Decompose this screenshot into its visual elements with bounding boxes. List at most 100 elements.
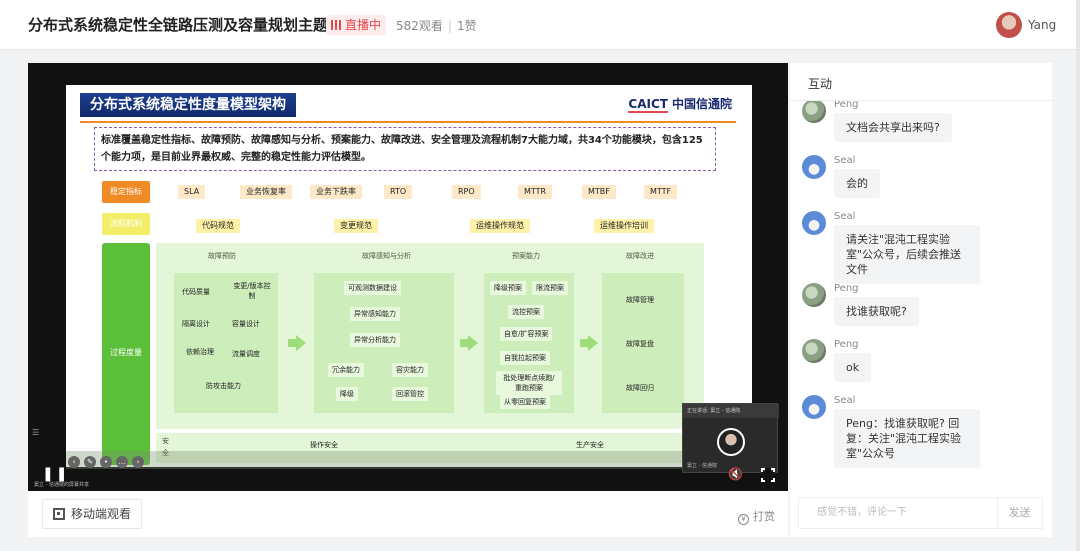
panel-prevention: 代码质量 变更/版本控制 隔离设计 容量设计 依赖治理 流量调度 防攻击能力 xyxy=(174,273,278,413)
user-avatar[interactable] xyxy=(996,12,1022,38)
metric-chip: RTO xyxy=(384,185,413,199)
metric-chip: 业务下跌率 xyxy=(310,185,362,199)
plan-item: 批处理断点续跑/重跑预案 xyxy=(496,371,562,395)
live-label: 直播中 xyxy=(345,18,382,32)
improve-item: 故障回归 xyxy=(626,384,654,392)
slide-divider xyxy=(80,121,736,123)
message-bubble: 请关注"混沌工程实验室"公众号，后续会推送文件 xyxy=(834,225,980,284)
panel-title-improve: 故障改进 xyxy=(626,252,654,260)
safety-item: 操作安全 xyxy=(310,441,338,449)
perception-item: 降级 xyxy=(336,387,358,401)
prevention-item: 依赖治理 xyxy=(186,348,214,356)
process-chip: 代码规范 xyxy=(196,219,240,233)
next-slide-icon[interactable]: › xyxy=(132,456,144,468)
speaker-avatar xyxy=(717,428,745,456)
page-title: 分布式系统稳定性全链路压测及容量规划主题沙龙 xyxy=(28,16,359,34)
prevention-item: 隔离设计 xyxy=(182,320,210,328)
more-icon[interactable]: … xyxy=(116,456,128,468)
message-bubble: ok xyxy=(834,353,872,382)
perception-item: 容灾能力 xyxy=(392,363,428,377)
process-chip: 变更规范 xyxy=(334,219,378,233)
improve-item: 故障复盘 xyxy=(626,340,654,348)
message-author: Seal xyxy=(834,211,856,222)
panel-improve: 故障管理 故障复盘 故障回归 xyxy=(602,273,684,413)
flow-arrow-icon xyxy=(580,335,598,351)
speaker-pip[interactable]: 正在讲话: 窦立 - 信通院 窦立 - 信通院 xyxy=(682,403,779,473)
pip-speaker-name: 窦立 - 信通院 xyxy=(687,463,717,469)
mobile-watch-label: 移动端观看 xyxy=(71,507,132,521)
like-count: 1赞 xyxy=(456,19,477,33)
improve-item: 故障管理 xyxy=(626,296,654,304)
process-chip: 运维操作规范 xyxy=(470,219,530,233)
message-bubble: Peng：找谁获取呢? 回复：关注"混沌工程实验室"公众号 xyxy=(834,409,980,468)
pause-icon[interactable]: ❚❚ xyxy=(42,466,69,482)
caict-logo: CAICT 中国信通院 xyxy=(628,95,732,113)
process-measure-label: 过程度量 xyxy=(110,348,142,357)
message-bubble: 会的 xyxy=(834,169,880,198)
slide-toolbar xyxy=(66,451,752,469)
panel-title-perception: 故障感知与分析 xyxy=(362,252,411,260)
plan-item: 流控预案 xyxy=(508,305,544,319)
send-button[interactable]: 发送 xyxy=(997,497,1043,529)
metric-chip: SLA xyxy=(178,185,206,199)
user-name[interactable]: Yang xyxy=(1028,18,1056,32)
prevention-item: 变更/版本控制 xyxy=(233,282,271,300)
plan-item: 从零回复预案 xyxy=(500,395,550,409)
live-status-badge: 直播中 xyxy=(326,15,387,35)
mute-icon[interactable]: 🔇 xyxy=(728,467,743,481)
panel-plan: 降级预案 限流预案 流控预案 自愈/扩容预案 自我拉起预案 批处理断点续跑/重跑… xyxy=(484,273,574,413)
safety-item: 生产安全 xyxy=(576,441,604,449)
chat-header: 互动 xyxy=(790,63,1052,101)
reward-icon: ¥ xyxy=(738,514,749,525)
plan-item: 限流预案 xyxy=(532,281,568,295)
panel-title-prevention: 故障预防 xyxy=(208,252,236,260)
menu-icon[interactable]: ☰ xyxy=(32,428,39,437)
panel-title-plan: 预案能力 xyxy=(512,252,540,260)
avatar xyxy=(802,101,826,123)
message-bubble: 找谁获取呢? xyxy=(834,297,919,326)
page-scrollbar[interactable] xyxy=(1076,0,1080,551)
mobile-watch-button[interactable]: 移动端观看 xyxy=(42,499,143,529)
perception-item: 异常分析能力 xyxy=(350,333,400,347)
prevention-item: 代码质量 xyxy=(182,288,210,296)
slide-title: 分布式系统稳定性度量模型架构 xyxy=(80,93,296,117)
fullscreen-icon[interactable] xyxy=(761,468,775,482)
live-bars-icon xyxy=(331,20,341,30)
share-caption: 窦立 - 信通院的屏幕共享 xyxy=(34,482,89,488)
avatar xyxy=(802,283,826,307)
chat-messages[interactable]: Peng 文档会共享出来吗? Seal 会的 Seal 请关注"混沌工程实验室"… xyxy=(790,101,1052,491)
logo-cn-text: 中国信通院 xyxy=(671,97,732,111)
prev-slide-icon[interactable]: ‹ xyxy=(68,456,80,468)
reward-button[interactable]: ¥ 打赏 xyxy=(738,508,775,525)
perception-item: 异常感知能力 xyxy=(350,307,400,321)
message-author: Peng xyxy=(834,339,859,350)
top-header: 分布式系统稳定性全链路压测及容量规划主题沙龙 直播中 582观看 | 1赞 Yang xyxy=(0,0,1080,50)
avatar xyxy=(802,395,826,419)
message-author: Peng xyxy=(834,101,859,110)
message-bubble: 文档会共享出来吗? xyxy=(834,113,952,142)
view-stats: 582观看 | 1赞 xyxy=(396,17,477,34)
shared-slide: 分布式系统稳定性度量模型架构 CAICT 中国信通院 标准覆盖稳定性指标、故障预防… xyxy=(66,85,752,467)
video-footer: 移动端观看 ¥ 打赏 xyxy=(28,491,788,537)
view-count: 582观看 xyxy=(396,19,443,33)
panel-perception: 可观测数据建设 异常感知能力 异常分析能力 冗余能力 容灾能力 降级 回滚管控 xyxy=(314,273,454,413)
metric-chip: 业务恢复率 xyxy=(240,185,292,199)
stats-divider: | xyxy=(447,19,452,33)
process-measure-block: 过程度量 xyxy=(102,243,150,465)
qr-code-icon xyxy=(53,508,65,520)
pen-icon[interactable]: ✎ xyxy=(84,456,96,468)
metric-chip: MTBF xyxy=(582,185,616,199)
perception-item: 可观测数据建设 xyxy=(344,281,401,295)
process-row-label: 流程机制 xyxy=(102,213,150,235)
laser-icon[interactable]: • xyxy=(100,456,112,468)
comment-input[interactable]: 感觉不错，评论一下 xyxy=(798,497,998,529)
live-video-player[interactable]: 分布式系统稳定性度量模型架构 CAICT 中国信通院 标准覆盖稳定性指标、故障预防… xyxy=(28,63,788,491)
prevention-item: 防攻击能力 xyxy=(206,382,241,390)
plan-item: 自我拉起预案 xyxy=(500,351,550,365)
message-author: Peng xyxy=(834,283,859,294)
message-author: Seal xyxy=(834,395,856,406)
slide-description: 标准覆盖稳定性指标、故障预防、故障感知与分析、预案能力、故障改进、安全管理及流程… xyxy=(94,127,716,171)
pip-header: 正在讲话: 窦立 - 信通院 xyxy=(683,404,779,418)
prevention-item: 容量设计 xyxy=(232,320,260,328)
metric-chip: MTTF xyxy=(644,185,678,199)
